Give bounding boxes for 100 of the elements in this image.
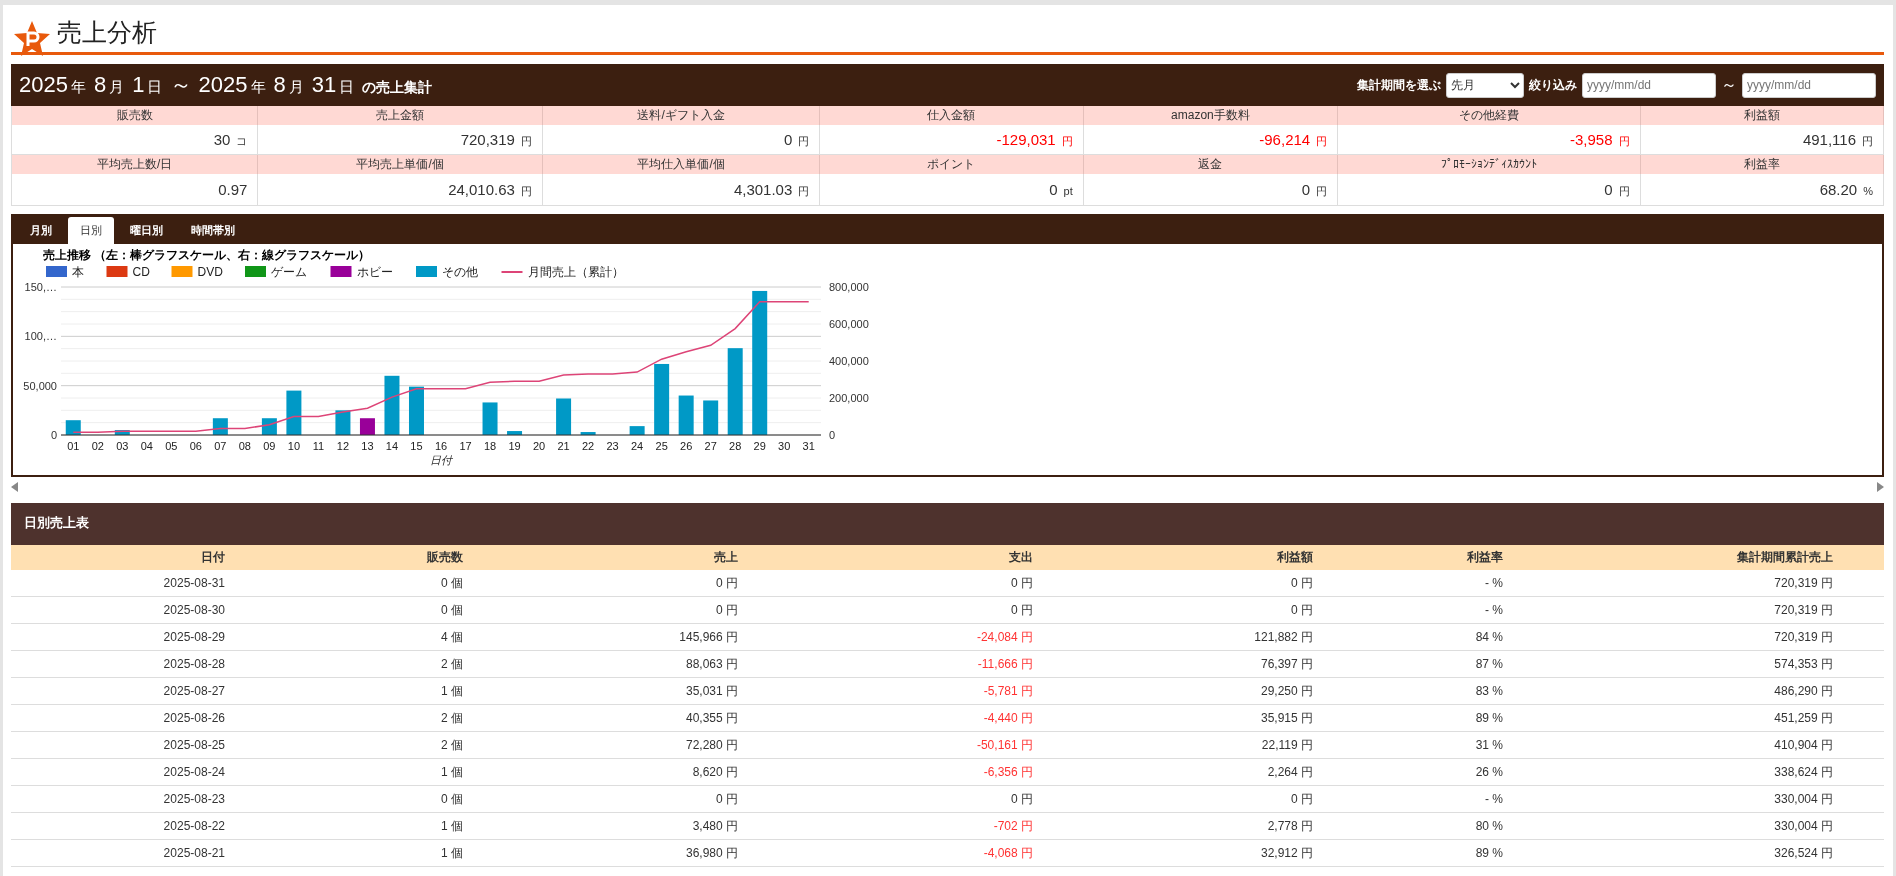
table-cell-text: -702 円 xyxy=(992,817,1033,835)
table-cell-text: - % xyxy=(1484,603,1503,617)
table-cell-text: 2025-08-22 xyxy=(162,819,225,833)
table-cell-text: 35,915 円 xyxy=(1259,709,1313,727)
table-cell-text: 0 個 xyxy=(440,601,463,619)
table-cell-text: 26 % xyxy=(1474,765,1503,779)
table-cell-text: 720,319 円 xyxy=(1773,601,1833,619)
x-axis-label: 07 xyxy=(214,440,227,452)
x-axis-label: 24 xyxy=(631,440,644,452)
table-cell-text: -6,356 円 xyxy=(982,763,1033,781)
legend-label: 月間売上（累計） xyxy=(527,265,624,279)
table-cell-text: 32,912 円 xyxy=(1259,844,1313,862)
table-cell-text: 451,259 円 xyxy=(1773,709,1833,727)
x-axis-label: 26 xyxy=(680,440,693,452)
x-axis-label: 31 xyxy=(802,440,815,452)
x-axis-label: 04 xyxy=(140,440,153,452)
summary-label: その他経費 xyxy=(1338,106,1641,125)
table-cell-text: 1 個 xyxy=(440,844,463,862)
x-axis-label: 22 xyxy=(581,440,595,452)
x-axis-label: 25 xyxy=(655,440,668,452)
sales-bar xyxy=(654,363,670,435)
table-cell-text: 574,353 円 xyxy=(1773,655,1833,673)
column-header: 集計期間累計売上 xyxy=(1736,549,1833,566)
sales-bar xyxy=(286,390,302,435)
x-axis-label: 27 xyxy=(704,440,717,452)
summary-label: 利益率 xyxy=(1640,155,1884,174)
sales-bar xyxy=(384,375,400,435)
summary-value: 24,010.63 円 xyxy=(258,174,543,206)
sales-bar xyxy=(629,426,645,435)
table-cell-text: 1 個 xyxy=(440,682,463,700)
table-cell-text: 2,778 円 xyxy=(1266,817,1313,835)
table-cell-text: 326,524 円 xyxy=(1773,844,1833,862)
legend-label: CD xyxy=(132,265,150,279)
column-header: 支出 xyxy=(1008,549,1033,566)
x-axis-label: 06 xyxy=(189,440,202,452)
y-axis-label: 800,000 xyxy=(829,281,869,293)
chart-tab[interactable]: 曜日別 xyxy=(118,217,175,244)
legend-label: その他 xyxy=(442,265,478,279)
summary-label: 送料/ギフト入金 xyxy=(542,106,821,125)
column-header: 売上 xyxy=(713,549,738,566)
table-cell-text: 338,624 円 xyxy=(1773,763,1833,781)
period-label: 集計期間を選ぶ xyxy=(1357,76,1441,94)
summary-label: ﾌﾟﾛﾓｰｼｮﾝﾃﾞｨｽｶｳﾝﾄ xyxy=(1338,155,1641,174)
table-cell-text: 2025-08-29 xyxy=(162,630,225,644)
table-cell-text: 22,119 円 xyxy=(1260,736,1313,754)
table-cell-text: 87 % xyxy=(1474,657,1503,671)
chart-tab[interactable]: 月別 xyxy=(18,217,64,244)
summary-label: 平均売上単価/個 xyxy=(258,155,543,174)
y-axis-label: 600,000 xyxy=(829,318,869,330)
column-header: 利益率 xyxy=(1466,549,1503,566)
y-axis-label: 0 xyxy=(829,429,836,441)
table-cell-text: - % xyxy=(1484,792,1503,806)
range-separator: ～ xyxy=(1721,74,1737,95)
summary-label: 仕入金額 xyxy=(820,106,1084,125)
summary-label: amazon手数料 xyxy=(1083,106,1339,125)
table-cell-text: 2025-08-30 xyxy=(162,603,225,617)
x-axis-label: 21 xyxy=(557,440,570,452)
scroll-right-icon[interactable] xyxy=(1877,482,1884,492)
table-title: 日別売上表 xyxy=(11,503,1884,545)
table-cell-text: 486,290 円 xyxy=(1773,682,1833,700)
start-date-field[interactable]: yyyy/mm/dd xyxy=(1582,72,1716,98)
table-cell-text: 2025-08-31 xyxy=(162,576,225,590)
summary-value: 0.97 xyxy=(12,174,259,206)
table-cell-text: 2,264 円 xyxy=(1266,763,1313,781)
table-cell-text: 8,620 円 xyxy=(691,763,738,781)
y-axis-label: 100,… xyxy=(24,330,57,343)
scroll-left-icon[interactable] xyxy=(11,482,18,492)
x-axis-label: 20 xyxy=(532,440,546,452)
table-cell-text: 3,480 円 xyxy=(691,817,738,835)
table-cell-text: 35,031 円 xyxy=(684,682,738,700)
summary-label: 返金 xyxy=(1083,155,1339,174)
table-cell-text: 4 個 xyxy=(440,628,463,646)
end-date-field[interactable]: yyyy/mm/dd xyxy=(1742,72,1876,98)
column-header: 販売数 xyxy=(426,549,463,566)
table-cell-text: 720,319 円 xyxy=(1773,628,1833,646)
summary-value: 0 円 xyxy=(1083,174,1339,206)
x-axis-label: 15 xyxy=(410,440,423,452)
table-cell-text: 0 円 xyxy=(1010,574,1033,592)
x-axis-label: 02 xyxy=(91,440,104,452)
table-cell-text: 0 円 xyxy=(1290,601,1313,619)
table-cell-text: -50,161 円 xyxy=(975,736,1033,754)
table-cell-text: 121,882 円 xyxy=(1253,628,1313,646)
summary-label: ポイント xyxy=(820,155,1084,174)
chart-tab[interactable]: 日別 xyxy=(68,217,114,244)
table-cell-text: 89 % xyxy=(1474,846,1503,860)
table-cell-text: 2025-08-21 xyxy=(162,846,225,860)
summary-label: 利益額 xyxy=(1640,106,1884,125)
x-axis-label: 12 xyxy=(336,440,350,452)
x-axis-label: 01 xyxy=(67,440,80,452)
sales-bar xyxy=(114,430,130,435)
chart-tab[interactable]: 時間帯別 xyxy=(179,217,247,244)
y-axis-label: 0 xyxy=(50,429,57,441)
summary-label: 平均仕入単価/個 xyxy=(542,155,821,174)
table-cell-text: 0 円 xyxy=(715,790,738,808)
period-select[interactable]: 先月 xyxy=(1446,72,1524,98)
table-cell-text: 80 % xyxy=(1474,819,1503,833)
x-axis-label: 29 xyxy=(753,440,766,452)
sales-bar xyxy=(556,398,572,435)
sales-bar xyxy=(678,395,694,435)
table-cell-text: 89 % xyxy=(1474,711,1503,725)
